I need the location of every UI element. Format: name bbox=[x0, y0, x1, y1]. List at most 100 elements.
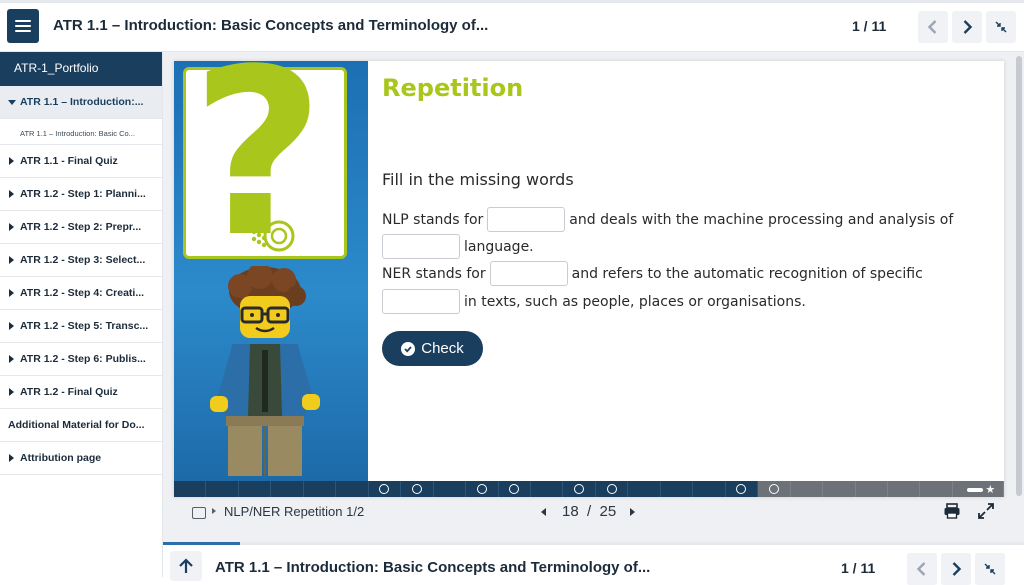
quiz-marker-icon bbox=[379, 484, 390, 494]
sidebar-item-label: ATR 1.1 – Introduction:... bbox=[20, 96, 144, 108]
hamburger-menu-button[interactable] bbox=[7, 9, 39, 43]
progress-segment[interactable] bbox=[433, 481, 467, 497]
sentence-text: in texts, such as people, places or orga… bbox=[464, 293, 806, 310]
sidebar-item-atr-1-2-final-quiz[interactable]: ATR 1.2 - Final Quiz bbox=[0, 376, 162, 409]
slide-progress-bar: ★ bbox=[174, 481, 1005, 497]
menu-icon-line bbox=[15, 30, 31, 32]
progress-segment[interactable] bbox=[823, 481, 856, 497]
sentence-line-2: language. bbox=[382, 234, 534, 259]
total-slides-number: 25 bbox=[599, 503, 617, 520]
hero-illustration: ? bbox=[174, 61, 368, 481]
sidebar-portfolio-title[interactable]: ATR-1_Portfolio bbox=[0, 52, 162, 86]
progress-segment[interactable] bbox=[758, 481, 791, 497]
arrow-up-icon bbox=[179, 558, 193, 573]
collapsed-caret-icon bbox=[9, 223, 14, 231]
sidebar-item-label: ATR 1.2 - Step 6: Publis... bbox=[20, 353, 146, 365]
check-button[interactable]: Check bbox=[382, 331, 483, 366]
progress-segment[interactable] bbox=[628, 481, 661, 497]
sentence-text: NER stands for bbox=[382, 265, 486, 282]
next-page-button[interactable] bbox=[952, 11, 982, 43]
slide-footer: NLP/NER Repetition 1/2 18 / 25 bbox=[174, 497, 1004, 527]
progress-segment[interactable] bbox=[790, 481, 824, 497]
bottom-collapse-button[interactable] bbox=[975, 553, 1005, 585]
slide-title-label: NLP/NER Repetition 1/2 bbox=[224, 504, 365, 519]
sidebar-item-label: ATR 1.1 – Introduction: Basic Co... bbox=[20, 129, 135, 138]
progress-segment[interactable] bbox=[336, 481, 369, 497]
gap-field-ner[interactable] bbox=[489, 261, 568, 286]
progress-segment[interactable] bbox=[660, 481, 694, 497]
sidebar-item-label: ATR 1.2 - Step 3: Select... bbox=[20, 254, 146, 266]
summary-star-icon: ★ bbox=[967, 483, 995, 496]
sidebar-item-label: ATR 1.2 - Final Quiz bbox=[20, 386, 118, 398]
progress-segment[interactable] bbox=[174, 481, 207, 497]
gap-field-language[interactable] bbox=[382, 234, 460, 259]
progress-segment[interactable] bbox=[368, 481, 402, 497]
collapsed-caret-icon bbox=[9, 289, 14, 297]
quiz-marker-icon bbox=[606, 484, 617, 494]
chevron-left-icon bbox=[927, 20, 937, 34]
progress-segment[interactable] bbox=[887, 481, 921, 497]
top-header: ATR 1.1 – Introduction: Basic Concepts a… bbox=[0, 0, 1024, 52]
quiz-marker-icon bbox=[574, 484, 585, 494]
progress-segment[interactable] bbox=[271, 481, 304, 497]
sidebar-item-label: ATR 1.2 - Step 4: Creati... bbox=[20, 287, 145, 299]
collapse-icon bbox=[984, 563, 996, 575]
sidebar-subitem-basic-concepts[interactable]: ATR 1.1 – Introduction: Basic Co... bbox=[0, 119, 162, 145]
collapsed-caret-icon bbox=[9, 256, 14, 264]
sidebar-item-step-1[interactable]: ATR 1.2 - Step 1: Planni... bbox=[0, 178, 162, 211]
chevron-right-icon bbox=[952, 562, 962, 576]
scrollbar-thumb[interactable] bbox=[1016, 56, 1022, 496]
sidebar-item-step-4[interactable]: ATR 1.2 - Step 4: Creati... bbox=[0, 277, 162, 310]
sidebar-item-additional-material[interactable]: Additional Material for Do... bbox=[0, 409, 162, 442]
slides-overview-icon[interactable] bbox=[192, 507, 206, 519]
progress-segment[interactable] bbox=[238, 481, 272, 497]
progress-segment[interactable] bbox=[498, 481, 531, 497]
bottom-accent-line bbox=[163, 542, 240, 545]
progress-segment[interactable] bbox=[725, 481, 759, 497]
sidebar-item-label: Additional Material for Do... bbox=[8, 419, 145, 431]
sidebar-item-step-5[interactable]: ATR 1.2 - Step 5: Transc... bbox=[0, 310, 162, 343]
check-button-label: Check bbox=[421, 340, 464, 357]
quiz-marker-icon bbox=[411, 484, 422, 494]
sidebar-item-attribution[interactable]: Attribution page bbox=[0, 442, 162, 475]
quiz-marker-icon bbox=[736, 484, 747, 494]
sidebar-item-atr-1-1-final-quiz[interactable]: ATR 1.1 - Final Quiz bbox=[0, 145, 162, 178]
previous-slide-button[interactable] bbox=[541, 508, 546, 516]
next-slide-button[interactable] bbox=[630, 508, 635, 516]
bottom-next-button[interactable] bbox=[941, 553, 971, 585]
progress-segment[interactable] bbox=[401, 481, 434, 497]
quiz-marker-icon bbox=[768, 484, 779, 494]
fullscreen-icon[interactable] bbox=[977, 502, 995, 520]
gap-field-nlp[interactable] bbox=[487, 207, 566, 232]
page-title: ATR 1.1 – Introduction: Basic Concepts a… bbox=[53, 17, 489, 34]
sentence-line-1: NLP stands for and deals with the machin… bbox=[382, 207, 953, 232]
progress-segment[interactable]: ★ bbox=[952, 481, 1005, 497]
progress-segment[interactable] bbox=[595, 481, 629, 497]
sidebar-item-step-2[interactable]: ATR 1.2 - Step 2: Prepr... bbox=[0, 211, 162, 244]
collapse-button[interactable] bbox=[986, 11, 1016, 43]
progress-segment[interactable] bbox=[206, 481, 239, 497]
progress-segment[interactable] bbox=[466, 481, 499, 497]
gap-field-entities[interactable] bbox=[382, 289, 460, 314]
progress-segment[interactable] bbox=[920, 481, 953, 497]
progress-segment[interactable] bbox=[693, 481, 726, 497]
current-slide-number: 18 bbox=[562, 503, 579, 520]
caret-right-icon[interactable] bbox=[212, 508, 216, 514]
sidebar-item-label: ATR 1.2 - Step 1: Planni... bbox=[20, 188, 146, 200]
previous-page-button[interactable] bbox=[918, 11, 948, 43]
quiz-marker-icon bbox=[476, 484, 487, 494]
progress-segment[interactable] bbox=[303, 481, 337, 497]
expanded-caret-icon bbox=[8, 100, 16, 105]
sidebar-item-step-6[interactable]: ATR 1.2 - Step 6: Publis... bbox=[0, 343, 162, 376]
sidebar-item-atr-1-1-introduction[interactable]: ATR 1.1 – Introduction:... bbox=[0, 86, 162, 119]
sentence-text: and refers to the automatic recognition … bbox=[571, 265, 923, 282]
content-scrollbar[interactable] bbox=[1014, 52, 1024, 542]
progress-segment[interactable] bbox=[530, 481, 564, 497]
sidebar-item-step-3[interactable]: ATR 1.2 - Step 3: Select... bbox=[0, 244, 162, 277]
progress-segment[interactable] bbox=[855, 481, 888, 497]
collapsed-caret-icon bbox=[9, 454, 14, 462]
bottom-previous-button[interactable] bbox=[907, 553, 937, 585]
progress-segment[interactable] bbox=[563, 481, 596, 497]
print-icon[interactable] bbox=[943, 502, 961, 520]
quiz-marker-icon bbox=[509, 484, 520, 494]
